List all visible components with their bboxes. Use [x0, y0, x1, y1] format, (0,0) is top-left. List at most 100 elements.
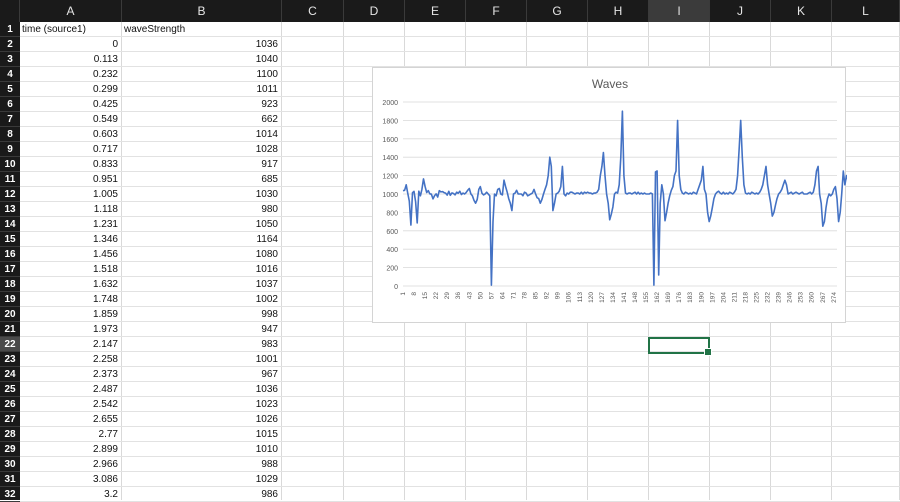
wave-strength-cell[interactable]: 662: [122, 112, 282, 127]
time-cell[interactable]: 1.518: [20, 262, 122, 277]
row-header-13[interactable]: 13: [0, 202, 20, 217]
row-header-26[interactable]: 26: [0, 397, 20, 412]
wave-strength-cell[interactable]: 1030: [122, 187, 282, 202]
row-header-9[interactable]: 9: [0, 142, 20, 157]
wave-strength-cell[interactable]: 983: [122, 337, 282, 352]
wave-strength-cell[interactable]: 1037: [122, 277, 282, 292]
time-cell[interactable]: 3.086: [20, 472, 122, 487]
wave-strength-cell[interactable]: 1002: [122, 292, 282, 307]
row-header-21[interactable]: 21: [0, 322, 20, 337]
wave-strength-cell[interactable]: 923: [122, 97, 282, 112]
row-header-3[interactable]: 3: [0, 52, 20, 67]
column-header-d[interactable]: D: [344, 0, 405, 22]
row-header-19[interactable]: 19: [0, 292, 20, 307]
wave-strength-cell[interactable]: 1014: [122, 127, 282, 142]
column-header-b[interactable]: B: [122, 0, 282, 22]
header-cell-a1[interactable]: time (source1): [20, 22, 122, 37]
wave-strength-cell[interactable]: 1029: [122, 472, 282, 487]
wave-strength-cell[interactable]: 988: [122, 457, 282, 472]
row-header-5[interactable]: 5: [0, 82, 20, 97]
time-cell[interactable]: 2.542: [20, 397, 122, 412]
row-header-1[interactable]: 1: [0, 22, 20, 37]
row-header-6[interactable]: 6: [0, 97, 20, 112]
wave-strength-cell[interactable]: 1100: [122, 67, 282, 82]
time-cell[interactable]: 1.748: [20, 292, 122, 307]
time-cell[interactable]: 1.005: [20, 187, 122, 202]
wave-strength-cell[interactable]: 1080: [122, 247, 282, 262]
wave-strength-cell[interactable]: 917: [122, 157, 282, 172]
row-header-7[interactable]: 7: [0, 112, 20, 127]
row-header-29[interactable]: 29: [0, 442, 20, 457]
wave-strength-cell[interactable]: 980: [122, 202, 282, 217]
time-cell[interactable]: 1.456: [20, 247, 122, 262]
column-header-l[interactable]: L: [832, 0, 900, 22]
column-header-h[interactable]: H: [588, 0, 649, 22]
row-header-18[interactable]: 18: [0, 277, 20, 292]
wave-strength-cell[interactable]: 1036: [122, 37, 282, 52]
time-cell[interactable]: 0.833: [20, 157, 122, 172]
time-cell[interactable]: 2.899: [20, 442, 122, 457]
wave-strength-cell[interactable]: 1050: [122, 217, 282, 232]
row-header-23[interactable]: 23: [0, 352, 20, 367]
time-cell[interactable]: 1.859: [20, 307, 122, 322]
row-header-25[interactable]: 25: [0, 382, 20, 397]
wave-strength-cell[interactable]: 1015: [122, 427, 282, 442]
waves-chart[interactable]: Waves 0 200 400 600 800 1000 1200 1400 1600 1800 20…: [372, 67, 847, 323]
wave-strength-cell[interactable]: 1001: [122, 352, 282, 367]
column-header-f[interactable]: F: [466, 0, 527, 22]
row-header-16[interactable]: 16: [0, 247, 20, 262]
row-header-17[interactable]: 17: [0, 262, 20, 277]
time-cell[interactable]: 1.346: [20, 232, 122, 247]
row-header-15[interactable]: 15: [0, 232, 20, 247]
select-all-corner[interactable]: [0, 0, 20, 22]
time-cell[interactable]: 0.425: [20, 97, 122, 112]
time-cell[interactable]: 2.147: [20, 337, 122, 352]
wave-strength-cell[interactable]: 947: [122, 322, 282, 337]
column-header-c[interactable]: C: [282, 0, 344, 22]
wave-strength-cell[interactable]: 1010: [122, 442, 282, 457]
row-header-11[interactable]: 11: [0, 172, 20, 187]
time-cell[interactable]: 0.717: [20, 142, 122, 157]
time-cell[interactable]: 2.77: [20, 427, 122, 442]
row-header-14[interactable]: 14: [0, 217, 20, 232]
row-header-2[interactable]: 2: [0, 37, 20, 52]
wave-strength-cell[interactable]: 1028: [122, 142, 282, 157]
row-header-10[interactable]: 10: [0, 157, 20, 172]
time-cell[interactable]: 2.966: [20, 457, 122, 472]
wave-strength-cell[interactable]: 967: [122, 367, 282, 382]
wave-strength-cell[interactable]: 998: [122, 307, 282, 322]
wave-strength-cell[interactable]: 1016: [122, 262, 282, 277]
header-cell-b1[interactable]: waveStrength: [122, 22, 282, 37]
time-cell[interactable]: 2.487: [20, 382, 122, 397]
wave-strength-cell[interactable]: 1164: [122, 232, 282, 247]
row-header-20[interactable]: 20: [0, 307, 20, 322]
row-header-31[interactable]: 31: [0, 472, 20, 487]
time-cell[interactable]: 0.299: [20, 82, 122, 97]
wave-strength-cell[interactable]: 1036: [122, 382, 282, 397]
time-cell[interactable]: 1.231: [20, 217, 122, 232]
row-header-27[interactable]: 27: [0, 412, 20, 427]
row-header-8[interactable]: 8: [0, 127, 20, 142]
fill-handle[interactable]: [704, 348, 712, 356]
time-cell[interactable]: 0.113: [20, 52, 122, 67]
time-cell[interactable]: 0.951: [20, 172, 122, 187]
column-header-a[interactable]: A: [20, 0, 122, 22]
column-header-i[interactable]: I: [649, 0, 710, 22]
wave-strength-cell[interactable]: 1011: [122, 82, 282, 97]
time-cell[interactable]: 0: [20, 37, 122, 52]
time-cell[interactable]: 0.232: [20, 67, 122, 82]
time-cell[interactable]: 0.549: [20, 112, 122, 127]
row-header-22[interactable]: 22: [0, 337, 20, 352]
column-header-e[interactable]: E: [405, 0, 466, 22]
time-cell[interactable]: 2.373: [20, 367, 122, 382]
column-header-g[interactable]: G: [527, 0, 588, 22]
row-header-28[interactable]: 28: [0, 427, 20, 442]
time-cell[interactable]: 1.632: [20, 277, 122, 292]
wave-strength-cell[interactable]: 685: [122, 172, 282, 187]
time-cell[interactable]: 1.973: [20, 322, 122, 337]
wave-strength-cell[interactable]: 1023: [122, 397, 282, 412]
column-header-k[interactable]: K: [771, 0, 832, 22]
row-header-30[interactable]: 30: [0, 457, 20, 472]
row-header-4[interactable]: 4: [0, 67, 20, 82]
active-cell-selection[interactable]: [648, 337, 712, 356]
